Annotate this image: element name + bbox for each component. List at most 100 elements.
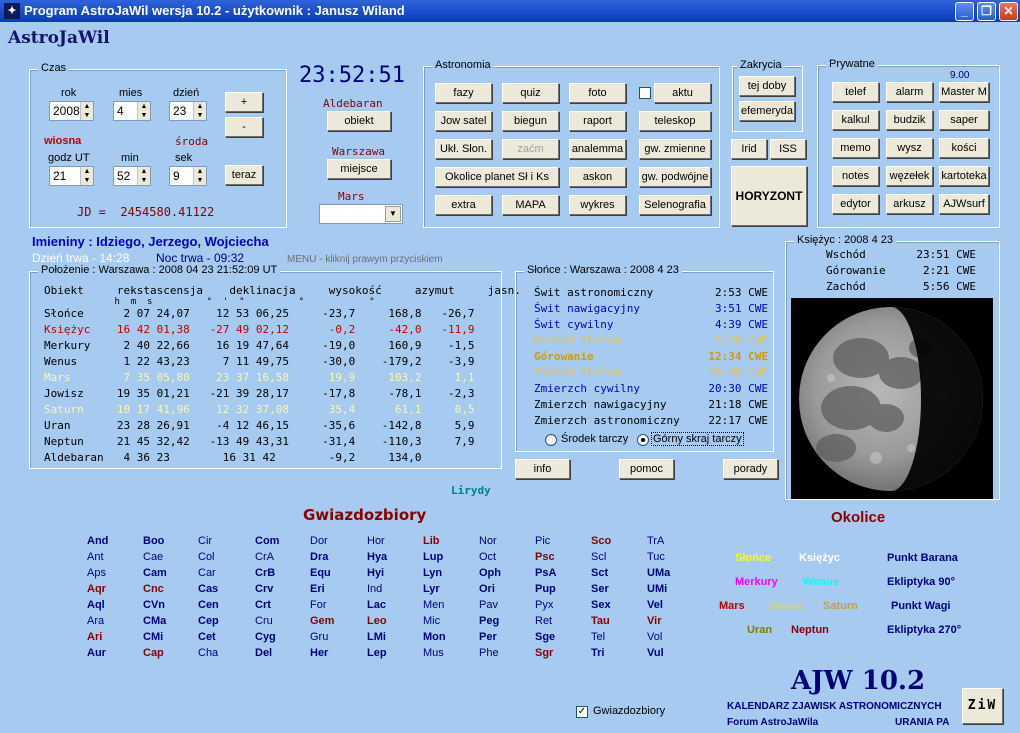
constellation-sge[interactable]: Sge [535,631,555,643]
porady-button[interactable]: porady [723,459,778,479]
constellation-sgr[interactable]: Sgr [535,647,553,659]
constellation-pup[interactable]: Pup [535,583,556,595]
constellation-vul[interactable]: Vul [647,647,664,659]
fazy-button[interactable]: fazy [435,83,492,103]
constellation-ind[interactable]: Ind [367,583,382,595]
constellation-ari[interactable]: Ari [87,631,102,643]
table-row[interactable]: Księżyc 16 42 01,38 -27 49 02,12 -0,2 -4… [44,322,474,338]
kalkul-button[interactable]: kalkul [832,110,879,130]
constellation-mon[interactable]: Mon [423,631,446,643]
constellation-pic[interactable]: Pic [535,535,550,547]
wysz-button[interactable]: wysz [886,138,933,158]
constellation-mic[interactable]: Mic [423,615,440,627]
efemeryda-button[interactable]: efemeryda [739,101,795,121]
okolice-ksiezyc[interactable]: Księżyc [799,552,840,564]
biegun-button[interactable]: biegun [502,111,559,131]
ekliptyka-270[interactable]: Ekliptyka 270° [887,624,961,636]
constellation-cap[interactable]: Cap [143,647,164,659]
spinner-arrows-icon[interactable]: ▲ ▼ [80,102,93,120]
min-spinner[interactable]: 52 ▲ ▼ [113,166,151,186]
constellation-crv[interactable]: Crv [255,583,273,595]
constellation-oct[interactable]: Oct [479,551,496,563]
budzik-button[interactable]: budzik [886,110,933,130]
constellation-sco[interactable]: Sco [591,535,611,547]
spinner-arrows-icon[interactable]: ▲ ▼ [80,167,93,185]
srodek-radio[interactable] [545,434,557,446]
constellation-cmi[interactable]: CMi [143,631,163,643]
okolice-mars[interactable]: Mars [719,600,745,612]
okolice-neptun[interactable]: Neptun [791,624,829,636]
spinner-arrows-icon[interactable]: ▲ ▼ [193,167,206,185]
constellation-pyx[interactable]: Pyx [535,599,553,611]
constellation-ret[interactable]: Ret [535,615,552,627]
ajwsurf-button[interactable]: AJWsurf [939,194,989,214]
okolice-merkury[interactable]: Merkury [735,576,778,588]
askon-button[interactable]: askon [569,167,626,187]
saper-button[interactable]: saper [939,110,989,130]
table-row[interactable]: Wenus 1 22 43,23 7 11 49,75 -30,0 -179,2… [44,354,474,370]
constellation-cvn[interactable]: CVn [143,599,165,611]
constellation-for[interactable]: For [310,599,327,611]
obiekt-button[interactable]: obiekt [327,111,391,131]
table-row[interactable]: Słońce 2 07 24,07 12 53 06,25 -23,7 168,… [44,306,474,322]
constellation-lyn[interactable]: Lyn [423,567,442,579]
table-row[interactable]: Saturn 10 17 41,96 12 32 37,08 35,4 61,1… [44,402,474,418]
selenografia-button[interactable]: Selenografia [639,195,711,215]
constellation-cha[interactable]: Cha [198,647,218,659]
constellation-car[interactable]: Car [198,567,216,579]
constellation-lyr[interactable]: Lyr [423,583,440,595]
chevron-down-icon[interactable]: ▼ [385,206,401,222]
raport-button[interactable]: raport [569,111,626,131]
constellation-cen[interactable]: Cen [198,599,219,611]
constellation-del[interactable]: Del [255,647,272,659]
analemma-button[interactable]: analemma [569,139,626,159]
constellation-cam[interactable]: Cam [143,567,167,579]
spinner-arrows-icon[interactable]: ▲ ▼ [137,167,150,185]
constellation-lib[interactable]: Lib [423,535,440,547]
table-row[interactable]: Jowisz 19 35 01,21 -21 39 28,17 -17,8 -7… [44,386,474,402]
gorny-radio[interactable] [637,434,649,446]
constellation-tuc[interactable]: Tuc [647,551,665,563]
constellation-oph[interactable]: Oph [479,567,501,579]
constellation-col[interactable]: Col [198,551,215,563]
ziw-button[interactable]: ZiW [962,688,1003,724]
table-row[interactable]: Uran 23 28 26,91 -4 12 46,15 -35,6 -142,… [44,418,474,434]
constellation-ara[interactable]: Ara [87,615,104,627]
close-button[interactable]: ✕ [999,2,1018,21]
forum-link[interactable]: Forum AstroJaWila [727,717,818,728]
constellation-aur[interactable]: Aur [87,647,106,659]
master-m-button[interactable]: Master M [939,82,989,102]
constellation-lep[interactable]: Lep [367,647,387,659]
constellation-hya[interactable]: Hya [367,551,387,563]
tej-doby-button[interactable]: tej doby [739,76,795,96]
constellation-cas[interactable]: Cas [198,583,218,595]
quiz-button[interactable]: quiz [502,83,559,103]
constellation-scl[interactable]: Scl [591,551,606,563]
constellation-cru[interactable]: Cru [255,615,273,627]
constellation-mus[interactable]: Mus [423,647,444,659]
constellation-tri[interactable]: Tri [591,647,604,659]
constellation-cma[interactable]: CMa [143,615,166,627]
extra-button[interactable]: extra [435,195,492,215]
constellation-com[interactable]: Com [255,535,279,547]
constellation-leo[interactable]: Leo [367,615,387,627]
constellation-cyg[interactable]: Cyg [255,631,276,643]
constellation-hyi[interactable]: Hyi [367,567,384,579]
alarm-button[interactable]: alarm [886,82,933,102]
table-row[interactable]: Neptun 21 45 32,42 -13 49 43,31 -31,4 -1… [44,434,474,450]
mapa-button[interactable]: MAPA [502,195,559,215]
constellation-vir[interactable]: Vir [647,615,661,627]
minimize-button[interactable]: _ [955,2,974,21]
wezelek-button[interactable]: węzełek [886,166,933,186]
notes-button[interactable]: notes [832,166,879,186]
constellation-boo[interactable]: Boo [143,535,164,547]
constellation-equ[interactable]: Equ [310,567,331,579]
constellation-crt[interactable]: Crt [255,599,271,611]
constellation-lup[interactable]: Lup [423,551,443,563]
table-row[interactable]: Merkury 2 40 22,66 16 19 47,64 -19,0 160… [44,338,474,354]
kartoteka-button[interactable]: kartoteka [939,166,989,186]
constellation-per[interactable]: Per [479,631,497,643]
okolice-wenus[interactable]: Wenus [803,576,839,588]
kosci-button[interactable]: kości [939,138,989,158]
foto-button[interactable]: foto [569,83,626,103]
